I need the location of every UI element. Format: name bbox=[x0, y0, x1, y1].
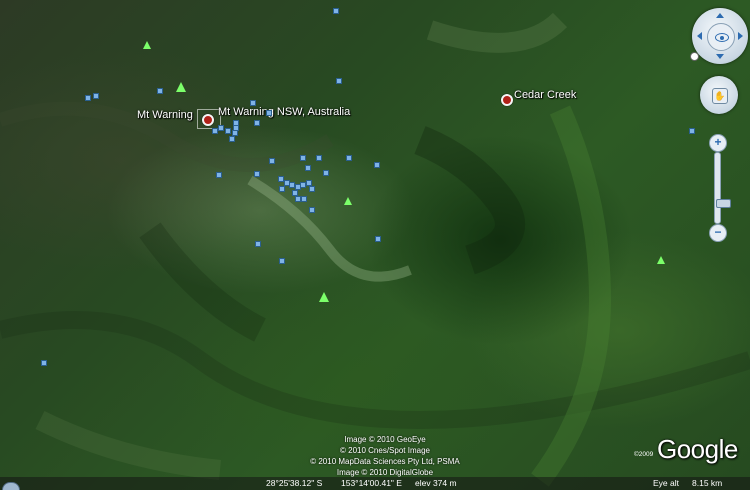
logo-copyright: ©2009 bbox=[634, 451, 654, 458]
park-marker-icon[interactable] bbox=[176, 82, 186, 92]
photo-marker-icon[interactable] bbox=[229, 136, 235, 142]
zoom-track[interactable] bbox=[714, 152, 731, 224]
placemark-cedar-creek-icon[interactable] bbox=[501, 94, 513, 106]
look-right-arrow-icon[interactable] bbox=[738, 32, 743, 40]
photo-marker-icon[interactable] bbox=[309, 186, 315, 192]
photo-marker-icon[interactable] bbox=[305, 165, 311, 171]
placemark-mt-warning-label[interactable]: Mt Warning bbox=[137, 109, 193, 121]
photo-marker-icon[interactable] bbox=[279, 186, 285, 192]
status-bar: 28°25'38.12" S 153°14'00.41" E elev 374 … bbox=[0, 477, 750, 490]
placemark-cedar-creek-label[interactable]: Cedar Creek bbox=[514, 89, 576, 101]
look-up-arrow-icon[interactable] bbox=[716, 13, 724, 18]
look-control[interactable] bbox=[690, 8, 748, 64]
hand-icon: ✋ bbox=[712, 88, 728, 104]
photo-marker-icon[interactable] bbox=[250, 100, 256, 106]
north-indicator-icon[interactable] bbox=[690, 52, 699, 61]
photo-marker-icon[interactable] bbox=[266, 110, 272, 116]
move-control[interactable]: ✋ bbox=[700, 76, 738, 114]
look-center[interactable] bbox=[707, 23, 735, 51]
imagery-credits: Image © 2010 GeoEye © 2010 Cnes/Spot Ima… bbox=[260, 434, 510, 478]
park-marker-icon[interactable] bbox=[143, 41, 151, 49]
photo-marker-icon[interactable] bbox=[157, 88, 163, 94]
photo-marker-icon[interactable] bbox=[85, 95, 91, 101]
photo-marker-icon[interactable] bbox=[316, 155, 322, 161]
satellite-terrain bbox=[0, 12, 750, 487]
photo-marker-icon[interactable] bbox=[346, 155, 352, 161]
park-marker-icon[interactable] bbox=[344, 197, 352, 205]
sidebar-toggle-icon[interactable] bbox=[2, 482, 20, 490]
credit-line: © 2010 Cnes/Spot Image bbox=[340, 446, 430, 455]
latitude-readout: 28°25'38.12" S bbox=[266, 478, 323, 488]
map-viewport[interactable]: Mt Warning Mt Warning NSW, Australia Ced… bbox=[0, 0, 750, 490]
park-marker-icon[interactable] bbox=[319, 292, 329, 302]
photo-marker-icon[interactable] bbox=[216, 172, 222, 178]
photo-marker-icon[interactable] bbox=[309, 207, 315, 213]
photo-marker-icon[interactable] bbox=[233, 120, 239, 126]
eye-alt-value: 8.15 km bbox=[692, 478, 723, 488]
photo-marker-icon[interactable] bbox=[301, 196, 307, 202]
photo-marker-icon[interactable] bbox=[269, 158, 275, 164]
zoom-out-button[interactable]: − bbox=[709, 224, 727, 242]
zoom-thumb[interactable] bbox=[716, 199, 731, 208]
zoom-slider[interactable]: + − bbox=[709, 134, 731, 242]
park-marker-icon[interactable] bbox=[657, 256, 665, 264]
photo-marker-icon[interactable] bbox=[323, 170, 329, 176]
credit-line: © 2010 MapData Sciences Pty Ltd, PSMA bbox=[310, 457, 460, 466]
photo-marker-icon[interactable] bbox=[93, 93, 99, 99]
photo-marker-icon[interactable] bbox=[254, 171, 260, 177]
photo-marker-icon[interactable] bbox=[41, 360, 47, 366]
move-down-arrow-icon[interactable] bbox=[715, 106, 723, 111]
move-right-arrow-icon[interactable] bbox=[730, 91, 735, 99]
photo-marker-icon[interactable] bbox=[279, 258, 285, 264]
photo-marker-icon[interactable] bbox=[374, 162, 380, 168]
photo-marker-icon[interactable] bbox=[336, 78, 342, 84]
photo-marker-icon[interactable] bbox=[218, 125, 224, 131]
elevation-readout: elev 374 m bbox=[415, 478, 457, 488]
zoom-in-button[interactable]: + bbox=[709, 134, 727, 152]
longitude-readout: 153°14'00.41" E bbox=[341, 478, 402, 488]
placemark-mt-warning-icon[interactable] bbox=[202, 114, 214, 126]
move-left-arrow-icon[interactable] bbox=[703, 91, 708, 99]
credit-line: Image © 2010 GeoEye bbox=[344, 435, 426, 444]
photo-marker-icon[interactable] bbox=[333, 8, 339, 14]
photo-marker-icon[interactable] bbox=[254, 120, 260, 126]
eye-icon bbox=[715, 33, 729, 42]
photo-marker-icon[interactable] bbox=[375, 236, 381, 242]
look-down-arrow-icon[interactable] bbox=[716, 54, 724, 59]
photo-marker-icon[interactable] bbox=[300, 155, 306, 161]
placemark-mt-warning-nsw-label[interactable]: Mt Warning NSW, Australia bbox=[218, 106, 350, 118]
photo-marker-icon[interactable] bbox=[212, 128, 218, 134]
eye-alt-label: Eye alt bbox=[653, 478, 679, 488]
photo-marker-icon[interactable] bbox=[689, 128, 695, 134]
photo-marker-icon[interactable] bbox=[255, 241, 261, 247]
google-logo: Google bbox=[657, 434, 738, 464]
look-left-arrow-icon[interactable] bbox=[697, 32, 702, 40]
move-up-arrow-icon[interactable] bbox=[715, 79, 723, 84]
photo-marker-icon[interactable] bbox=[225, 128, 231, 134]
